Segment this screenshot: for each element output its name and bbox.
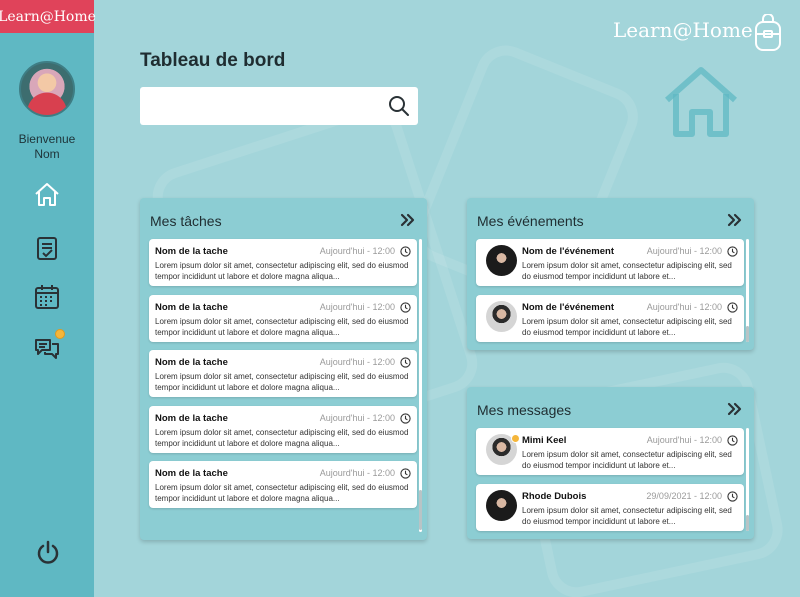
double-chevron-right-icon[interactable] <box>726 401 742 417</box>
clock-icon <box>400 411 411 424</box>
card-body: Lorem ipsum dolor sit amet, consectetur … <box>155 483 409 503</box>
card-title: Nom de la tache <box>155 357 228 368</box>
search-icon[interactable] <box>388 95 410 117</box>
card-title: Nom de la tache <box>155 301 228 313</box>
card-body: Lorem ipsum dolor sit amet, consectetur … <box>155 427 409 448</box>
welcome-label: Bienvenue <box>18 132 76 146</box>
card-date: Aujourd'hui - 12:00 <box>319 301 395 312</box>
messages-icon[interactable] <box>33 329 65 363</box>
tasks-scrollbar[interactable] <box>419 239 422 532</box>
card-title: Mimi Keel <box>522 435 567 446</box>
event-card[interactable]: Nom de l'événement Aujourd'hui - 12:00 Lor… <box>476 294 744 342</box>
house-decoration-icon <box>662 66 740 138</box>
card-date: Aujourd'hui - 12:00 <box>319 246 395 256</box>
card-date: Aujourd'hui - 12:00 <box>319 357 395 367</box>
card-date: 29/09/2021 - 12:00 <box>646 490 722 501</box>
card-body: Lorem ipsum dolor sit amet, consectetur … <box>155 261 409 281</box>
events-panel-title: Mes événements <box>477 213 584 229</box>
messages-scrollbar-thumb[interactable] <box>746 515 749 531</box>
card-title: Nom de la tache <box>155 246 228 257</box>
card-title: Rhode Dubois <box>522 490 587 502</box>
card-title: Nom de la tache <box>155 468 228 479</box>
power-icon[interactable] <box>35 540 61 566</box>
clock-icon <box>400 355 411 368</box>
card-date: Aujourd'hui - 12:00 <box>646 435 722 445</box>
card-title: Nom de l'événement <box>522 246 615 257</box>
clock-icon <box>400 300 411 313</box>
app-logo: Learn@Home <box>613 18 753 42</box>
calendar-icon[interactable] <box>33 283 61 311</box>
tasks-panel: Mes tâches Nom de la tache Aujourd'hui - … <box>140 198 427 540</box>
brand-badge: Learn@Home <box>0 0 96 33</box>
user-avatar[interactable] <box>19 61 75 117</box>
card-date: Aujourd'hui - 12:00 <box>319 412 395 423</box>
message-card[interactable]: Rhode Dubois 29/09/2021 - 12:00 Lorem ipsu… <box>476 483 744 531</box>
card-date: Aujourd'hui - 12:00 <box>319 468 395 478</box>
backpack-icon <box>752 13 784 52</box>
search-bar <box>140 87 418 125</box>
contact-avatar <box>486 300 517 332</box>
message-card[interactable]: Mimi Keel Aujourd'hui - 12:00 Lorem ipsum … <box>476 428 744 475</box>
sidebar: Learn@Home Bienvenue Nom <box>0 0 96 597</box>
card-body: Lorem ipsum dolor sit amet, consectetur … <box>522 505 732 526</box>
page-title: Tableau de bord <box>140 50 286 71</box>
card-body: Lorem ipsum dolor sit amet, consectetur … <box>155 316 409 337</box>
card-body: Lorem ipsum dolor sit amet, consectetur … <box>522 261 732 281</box>
task-card[interactable]: Nom de la tache Aujourd'hui - 12:00 Lorem … <box>149 294 417 342</box>
card-body: Lorem ipsum dolor sit amet, consectetur … <box>522 316 732 337</box>
contact-avatar <box>486 245 517 276</box>
task-card[interactable]: Nom de la tache Aujourd'hui - 12:00 Lorem … <box>149 239 417 286</box>
home-icon[interactable] <box>33 181 61 209</box>
search-input[interactable] <box>140 87 380 125</box>
events-scrollbar-thumb[interactable] <box>746 326 749 342</box>
clock-icon <box>400 244 411 257</box>
messages-panel: Mes messages Mimi Keel Aujourd'hui - 12:0… <box>467 387 754 539</box>
card-date: Aujourd'hui - 12:00 <box>646 246 722 256</box>
messages-panel-title: Mes messages <box>477 402 572 418</box>
task-card[interactable]: Nom de la tache Aujourd'hui - 12:00 Lorem … <box>149 461 417 508</box>
status-dot <box>511 434 520 443</box>
card-date: Aujourd'hui - 12:00 <box>646 301 722 312</box>
contact-avatar <box>486 489 517 521</box>
events-panel: Mes événements Nom de l'événement Aujourd… <box>467 198 754 350</box>
clock-icon <box>727 244 738 257</box>
task-card[interactable]: Nom de la tache Aujourd'hui - 12:00 Lorem … <box>149 350 417 397</box>
clock-icon <box>727 489 738 502</box>
notification-dot <box>55 329 65 339</box>
tasks-scrollbar-thumb[interactable] <box>419 490 422 530</box>
user-name: Nom <box>34 147 60 161</box>
tasks-panel-title: Mes tâches <box>150 213 222 229</box>
card-title: Nom de l'événement <box>522 301 615 313</box>
welcome-text: Bienvenue Nom <box>0 132 94 162</box>
card-body: Lorem ipsum dolor sit amet, consectetur … <box>155 372 409 392</box>
clock-icon <box>400 466 411 479</box>
card-body: Lorem ipsum dolor sit amet, consectetur … <box>522 450 732 470</box>
double-chevron-right-icon[interactable] <box>399 212 415 228</box>
task-card[interactable]: Nom de la tache Aujourd'hui - 12:00 Lorem … <box>149 405 417 453</box>
clock-icon <box>727 300 738 313</box>
tasks-icon[interactable] <box>33 234 61 262</box>
double-chevron-right-icon[interactable] <box>726 212 742 228</box>
clock-icon <box>727 433 738 446</box>
event-card[interactable]: Nom de l'événement Aujourd'hui - 12:00 Lor… <box>476 239 744 286</box>
card-title: Nom de la tache <box>155 412 228 424</box>
